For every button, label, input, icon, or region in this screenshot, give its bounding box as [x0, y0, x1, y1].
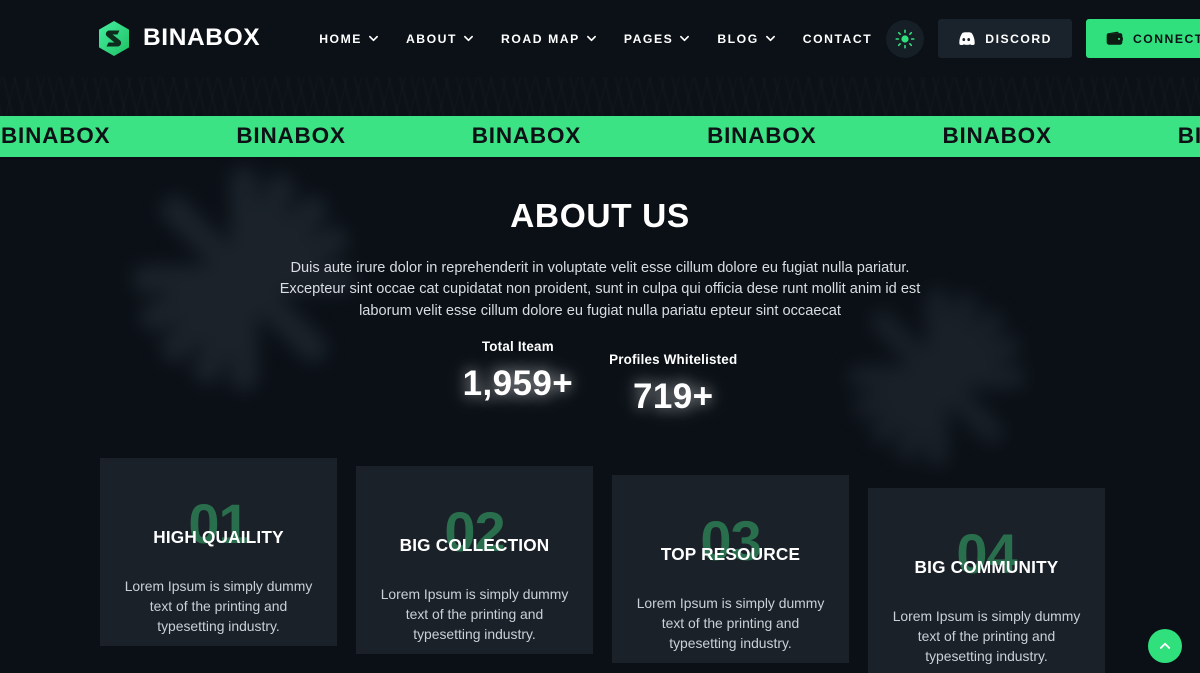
- nav-item-road-map[interactable]: ROAD MAP: [487, 24, 610, 54]
- brand-name: BINABOX: [143, 24, 261, 52]
- stat-label: Total Iteam: [481, 339, 554, 354]
- chevron-down-icon: [464, 34, 474, 43]
- chevron-down-icon: [765, 34, 775, 43]
- feature-card-top-resource[interactable]: 03 TOP RESOURCE Lorem Ipsum is simply du…: [612, 475, 849, 663]
- nav-item-about[interactable]: ABOUT: [392, 24, 487, 54]
- card-title: BIG COMMUNITY: [914, 557, 1059, 577]
- nav-item-contact[interactable]: CONTACT: [789, 24, 887, 54]
- stat-profiles-whitelisted: Profiles Whitelisted 719+: [609, 352, 738, 417]
- marquee-track: BINABOX BINABOX BINABOX BINABOX BINABOX …: [0, 125, 1200, 148]
- header-inner: BINABOX HOME ABOUT ROAD MAP PAGES BLOG C…: [0, 0, 1200, 77]
- nav-item-pages[interactable]: PAGES: [610, 24, 704, 54]
- chevron-up-icon: [1159, 642, 1171, 649]
- nav-label: CONTACT: [802, 31, 873, 46]
- main-navigation: HOME ABOUT ROAD MAP PAGES BLOG CONTACT: [305, 24, 886, 54]
- card-text: Lorem Ipsum is simply dummy text of the …: [124, 578, 313, 634]
- scroll-to-top-button[interactable]: [1148, 629, 1182, 663]
- about-paragraph: Duis aute irure dolor in reprehenderit i…: [279, 259, 921, 319]
- nav-item-home[interactable]: HOME: [305, 24, 392, 54]
- card-text: Lorem Ipsum is simply dummy text of the …: [892, 608, 1081, 664]
- feature-card-big-community[interactable]: 04 BIG COMMUNITY Lorem Ipsum is simply d…: [868, 488, 1105, 673]
- chevron-down-icon: [680, 34, 690, 43]
- brand-marquee: BINABOX BINABOX BINABOX BINABOX BINABOX …: [0, 116, 1200, 157]
- marquee-word: BINABOX: [471, 123, 582, 149]
- feature-cards: 01 HIGH QUAILITY Lorem Ipsum is simply d…: [0, 440, 1200, 673]
- discord-icon: [958, 32, 975, 45]
- sun-icon: [895, 28, 915, 49]
- stat-label: Profiles Whitelisted: [609, 352, 738, 367]
- page-root: BINABOX HOME ABOUT ROAD MAP PAGES BLOG C…: [0, 0, 1200, 673]
- card-title: TOP RESOURCE: [660, 544, 801, 564]
- chevron-down-icon: [368, 34, 378, 43]
- marquee-word: BINABOX: [942, 123, 1052, 149]
- brand-logo[interactable]: BINABOX: [98, 21, 260, 56]
- binabox-hexagon-logo-icon: [99, 21, 129, 56]
- connect-button-label: CONNECT: [1132, 31, 1200, 46]
- nav-label: PAGES: [623, 31, 674, 46]
- marquee-word: BINABOX: [1, 123, 111, 149]
- feature-card-big-collection[interactable]: 02 BIG COLLECTION Lorem Ipsum is simply …: [356, 466, 593, 654]
- nav-label: HOME: [319, 31, 362, 46]
- discord-button-label: DISCORD: [985, 31, 1052, 46]
- marquee-word: BINABOX: [1177, 123, 1200, 149]
- about-section: ABOUT US Duis aute irure dolor in repreh…: [0, 157, 1200, 322]
- header-actions: DISCORD CONNECT: [886, 19, 1200, 58]
- discord-button[interactable]: DISCORD: [938, 19, 1072, 58]
- stat-total-iteam: Total Iteam 1,959+: [462, 339, 574, 404]
- stat-value: 719+: [632, 377, 714, 417]
- connect-button[interactable]: CONNECT: [1085, 19, 1200, 58]
- nav-label: ROAD MAP: [501, 31, 580, 46]
- nav-label: BLOG: [717, 31, 759, 46]
- nav-item-blog[interactable]: BLOG: [703, 24, 788, 54]
- card-text: Lorem Ipsum is simply dummy text of the …: [380, 586, 569, 642]
- stat-value: 1,959+: [462, 364, 574, 404]
- card-title: HIGH QUAILITY: [153, 527, 284, 547]
- stats-section: Total Iteam 1,959+ Profiles Whitelisted …: [0, 339, 1200, 417]
- marquee-word: BINABOX: [236, 123, 346, 149]
- marquee-word: BINABOX: [707, 123, 817, 149]
- nav-label: ABOUT: [405, 31, 458, 46]
- feature-card-high-quality[interactable]: 01 HIGH QUAILITY Lorem Ipsum is simply d…: [100, 458, 337, 646]
- page-title: ABOUT US: [510, 198, 690, 235]
- wallet-icon: [1106, 31, 1123, 46]
- header-texture-band: [0, 77, 1200, 116]
- theme-toggle-button[interactable]: [886, 19, 925, 58]
- card-title: BIG COLLECTION: [399, 535, 550, 555]
- chevron-down-icon: [586, 34, 596, 43]
- card-text: Lorem Ipsum is simply dummy text of the …: [636, 595, 825, 651]
- site-header: BINABOX HOME ABOUT ROAD MAP PAGES BLOG C…: [0, 0, 1200, 77]
